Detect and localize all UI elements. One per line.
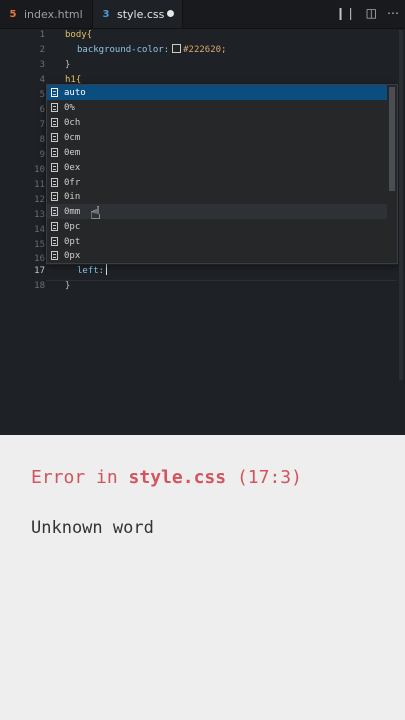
suggestion-item[interactable]: 0em [47,145,387,160]
suggestion-label: 0cm [64,132,81,143]
suggestion-item[interactable]: auto [47,85,387,100]
autocomplete-suggestions[interactable]: auto 0% 0ch 0cm 0em 0ex 0fr 0in 0mm 0pc … [46,84,398,264]
value-kind-icon [51,103,58,112]
suggestion-item[interactable]: 0ex [47,160,387,175]
suggestion-item[interactable]: 0pt [47,234,387,249]
line-number: 11 [34,180,45,190]
suggestion-item[interactable]: 0ch [47,115,387,130]
line-number: 2 [39,45,45,55]
line-number: 3 [39,60,45,70]
tab-label: index.html [24,7,83,21]
property-value: #222620; [183,45,227,55]
unsaved-dot-icon[interactable] [167,10,174,17]
suggestion-item[interactable]: 0cm [47,130,387,145]
code-line[interactable]: 1 body{ [0,28,405,43]
code-line[interactable]: 3 } [0,58,405,73]
suggestion-item[interactable]: 0in [47,189,387,204]
more-actions-icon[interactable]: ⋯ [387,6,399,20]
css3-icon: 3 [102,8,110,20]
suggestion-label: 0pc [64,221,81,232]
line-text: left: [77,264,108,279]
line-number: 17 [34,266,45,276]
line-number: 1 [39,30,45,40]
line-text: } [65,60,71,70]
suggestion-label: 0in [64,191,81,202]
line-number: 6 [39,105,45,115]
error-location: (17:3) [236,467,302,488]
value-kind-icon [51,222,58,231]
value-kind-icon [51,163,58,172]
value-kind-icon [51,148,58,157]
split-editor-icon[interactable]: ◫ [366,6,377,20]
text-cursor [106,264,108,275]
line-number: 12 [34,195,45,205]
value-kind-icon [51,88,58,97]
line-number: 10 [34,165,45,175]
suggestion-label: 0ex [64,162,81,173]
value-kind-icon [51,237,58,246]
line-number: 15 [34,240,45,250]
preview-icon[interactable]: ❙❘ [336,6,356,20]
line-text: background-color: #222620; [77,43,226,58]
line-text: } [65,281,71,291]
line-number: 18 [34,281,45,291]
suggestion-label: 0ch [64,117,81,128]
hand-pointer-icon: ☝ [90,203,101,224]
tab-label: style.css [117,7,165,21]
suggestion-item[interactable]: 0px [47,248,387,263]
tab-bar: 5 index.html 3 style.css ❙❘ ◫ ⋯ [0,0,405,29]
html5-icon: 5 [9,8,17,20]
value-kind-icon [51,251,58,260]
value-kind-icon [51,178,58,187]
line-number: 5 [39,90,45,100]
suggestion-label: 0mm [64,206,81,217]
suggestion-label: 0px [64,250,81,261]
line-number: 9 [39,150,45,160]
property-name: background-color: [77,45,170,55]
value-kind-icon [51,207,58,216]
error-title: Error in style.css (17:3) [31,467,302,488]
tab-style-css[interactable]: 3 style.css [93,0,183,28]
suggestion-scrollbar[interactable] [389,87,395,191]
value-kind-icon [51,133,58,142]
line-text: body{ [65,30,93,40]
property-name: left: [77,266,105,276]
value-kind-icon [51,192,58,201]
color-swatch[interactable] [172,44,182,53]
error-file: style.css [128,467,227,488]
suggestion-label: 0% [64,102,75,113]
line-number: 13 [34,210,45,220]
code-line[interactable]: 18 } [0,279,405,294]
line-number: 14 [34,225,45,235]
value-kind-icon [51,118,58,127]
editor-scrollbar[interactable] [399,30,403,380]
line-number: 8 [39,135,45,145]
suggestion-label: 0pt [64,236,81,247]
line-number: 4 [39,75,45,85]
code-line[interactable]: 2 background-color: #222620; [0,43,405,58]
tab-index-html[interactable]: 5 index.html [0,0,93,28]
suggestion-label: auto [64,87,86,98]
error-prefix: Error in [31,467,118,488]
suggestion-label: 0em [64,147,81,158]
suggestion-item[interactable]: 0fr [47,175,387,190]
suggestion-label: 0fr [64,177,81,188]
code-editor[interactable]: 5 index.html 3 style.css ❙❘ ◫ ⋯ 1 body{ … [0,0,405,435]
error-message: Unknown word [31,518,154,538]
suggestion-item[interactable]: 0% [47,100,387,115]
code-line-active[interactable]: 17 left: [0,264,405,279]
line-number: 7 [39,120,45,130]
